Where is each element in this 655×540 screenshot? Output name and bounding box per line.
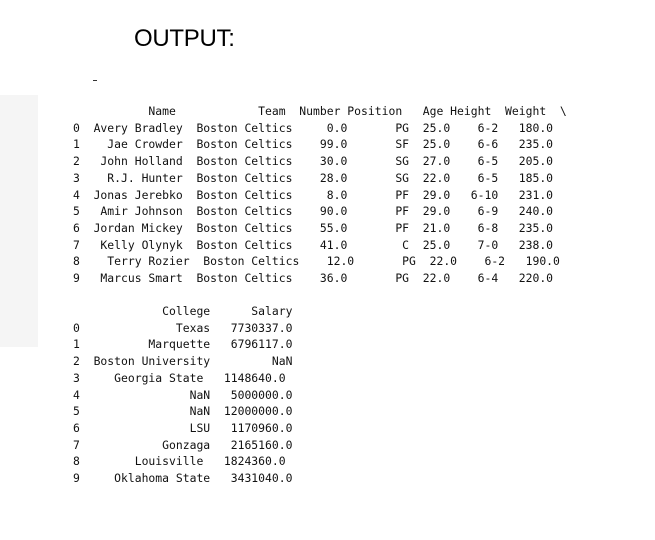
table-row: 9 Marcus Smart Boston Celtics 36.0 PG 22… xyxy=(73,271,554,286)
table-row: 8 Louisville 1824360.0 xyxy=(73,454,286,469)
decorative-mark xyxy=(93,80,97,81)
table-row: 5 NaN 12000000.0 xyxy=(73,404,293,419)
table-row: 3 Georgia State 1148640.0 xyxy=(73,370,286,385)
table-row: 6 Jordan Mickey Boston Celtics 55.0 PF 2… xyxy=(73,220,554,235)
dataframe-block-1: Name Team Number Position Age Height Wei… xyxy=(73,103,567,287)
table-row: 7 Gonzaga 2165160.0 xyxy=(73,437,293,452)
dataframe-block-2: College Salary 0 Texas 7730337.0 1 Marqu… xyxy=(73,303,292,487)
table-header-row: Name Team Number Position Age Height Wei… xyxy=(73,104,567,118)
table-row: 8 Terry Rozier Boston Celtics 12.0 PG 22… xyxy=(73,254,560,269)
table-row: 9 Oklahoma State 3431040.0 xyxy=(73,471,293,486)
table-row: 4 NaN 5000000.0 xyxy=(73,387,293,402)
table-row: 0 Texas 7730337.0 xyxy=(73,320,293,335)
table-row: 0 Avery Bradley Boston Celtics 0.0 PG 25… xyxy=(73,120,554,135)
table-row: 3 R.J. Hunter Boston Celtics 28.0 SG 22.… xyxy=(73,170,554,185)
table-row: 1 Marquette 6796117.0 xyxy=(73,337,293,352)
table-row: 1 Jae Crowder Boston Celtics 99.0 SF 25.… xyxy=(73,137,554,152)
table-header-row: College Salary xyxy=(73,304,293,318)
output-heading: OUTPUT: xyxy=(134,25,235,52)
table-row: 5 Amir Johnson Boston Celtics 90.0 PF 29… xyxy=(73,204,554,219)
table-row: 2 Boston University NaN xyxy=(73,354,293,369)
table-row: 4 Jonas Jerebko Boston Celtics 8.0 PF 29… xyxy=(73,187,554,202)
gutter-strip xyxy=(0,95,38,347)
table-row: 6 LSU 1170960.0 xyxy=(73,420,293,435)
table-row: 2 John Holland Boston Celtics 30.0 SG 27… xyxy=(73,154,554,169)
table-row: 7 Kelly Olynyk Boston Celtics 41.0 C 25.… xyxy=(73,237,554,252)
